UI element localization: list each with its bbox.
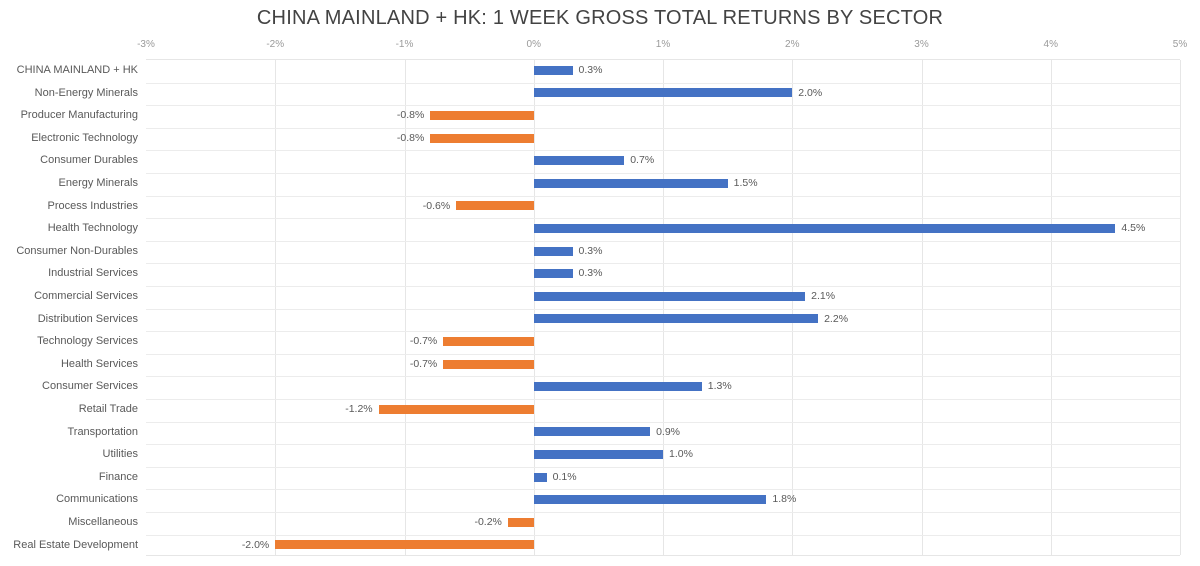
- bar-value-label: -0.7%: [409, 335, 438, 348]
- chart-row: Retail Trade -1.2%: [0, 398, 1200, 421]
- bar-positive: [533, 472, 547, 482]
- bar-positive: [533, 495, 767, 505]
- bar-value-label: 0.3%: [578, 267, 603, 280]
- x-axis-tick-label: 1%: [655, 39, 671, 50]
- bar-value-label: 2.1%: [811, 290, 836, 302]
- category-label: Consumer Non-Durables: [16, 244, 138, 257]
- bar-value-label: 1.0%: [669, 448, 693, 461]
- bar-positive: [533, 449, 663, 459]
- x-axis-tick-label: -3%: [137, 39, 155, 50]
- category-label: Consumer Services: [42, 380, 138, 393]
- bar-value-label: 2.0%: [798, 86, 823, 99]
- chart-row: Consumer Non-Durables 0.3%: [0, 240, 1200, 263]
- x-axis-tick-label: 3%: [914, 39, 929, 50]
- bar-negative: [430, 133, 534, 143]
- category-label: Finance: [98, 470, 138, 483]
- bar-value-label: 1.3%: [707, 380, 732, 393]
- bar-positive: [533, 88, 793, 98]
- bar-value-label: -0.6%: [422, 199, 451, 212]
- bar-value-label: -0.7%: [409, 357, 438, 370]
- chart-row: Energy Minerals 1.5%: [0, 172, 1200, 195]
- category-label: Real Estate Development: [13, 538, 138, 551]
- category-label: Commercial Services: [34, 290, 138, 302]
- bar-positive: [533, 427, 651, 437]
- chart-row: Health Services -0.7%: [0, 353, 1200, 376]
- x-axis-tick-label: 4%: [1043, 39, 1058, 50]
- bar-value-label: -0.2%: [474, 516, 502, 528]
- category-label: Health Technology: [47, 222, 138, 235]
- category-label: Transportation: [67, 425, 138, 438]
- bar-negative: [378, 404, 534, 414]
- chart-row: Electronic Technology -0.8%: [0, 127, 1200, 150]
- chart-row: Health Technology 4.5%: [0, 217, 1200, 240]
- category-label: Communications: [56, 493, 138, 506]
- category-label: Health Services: [60, 357, 138, 370]
- chart-row: Commercial Services 2.1%: [0, 285, 1200, 308]
- bar-positive: [533, 382, 702, 392]
- bar-positive: [533, 291, 806, 301]
- bar-negative: [456, 201, 534, 211]
- category-label: Industrial Services: [48, 267, 138, 280]
- chart-row: Utilities 1.0%: [0, 443, 1200, 466]
- category-label: Energy Minerals: [58, 177, 138, 189]
- chart-row: Finance 0.1%: [0, 466, 1200, 489]
- chart-row: CHINA MAINLAND + HK 0.3%: [0, 59, 1200, 82]
- bar-positive: [533, 246, 573, 256]
- category-label: Utilities: [102, 448, 138, 461]
- chart-row: Consumer Durables 0.7%: [0, 149, 1200, 172]
- bar-negative: [443, 336, 534, 346]
- chart-row: Technology Services -0.7%: [0, 330, 1200, 353]
- x-axis-tick-label: 5%: [1172, 39, 1188, 50]
- chart-row: Real Estate Development -2.0%: [0, 534, 1200, 557]
- bar-value-label: 0.7%: [630, 154, 655, 167]
- x-axis-tick-label: 2%: [785, 39, 800, 50]
- bar-positive: [533, 65, 573, 75]
- chart-row: Industrial Services 0.3%: [0, 262, 1200, 285]
- bar-value-label: -0.8%: [396, 131, 425, 144]
- x-axis-tick-labels: -3% -2% -1% 0% 1% 2% 3% 4% 5%: [0, 38, 1200, 54]
- chart-row: Communications 1.8%: [0, 488, 1200, 511]
- chart-row: Miscellaneous -0.2%: [0, 511, 1200, 534]
- category-label: Process Industries: [47, 199, 138, 212]
- category-label: Technology Services: [37, 335, 138, 348]
- bar-value-label: -2.0%: [241, 538, 270, 551]
- category-label: CHINA MAINLAND + HK: [16, 64, 138, 76]
- chart-row: Consumer Services 1.3%: [0, 375, 1200, 398]
- chart-row: Transportation 0.9%: [0, 421, 1200, 444]
- bar-value-label: 1.5%: [733, 177, 758, 189]
- bar-value-label: -1.2%: [345, 403, 373, 415]
- chart-row: Non-Energy Minerals 2.0%: [0, 82, 1200, 105]
- category-label: Electronic Technology: [31, 131, 138, 144]
- bar-value-label: 2.2%: [824, 312, 849, 325]
- bar-positive: [533, 314, 819, 324]
- bar-negative: [507, 517, 534, 527]
- bar-positive: [533, 269, 573, 279]
- bar-positive: [533, 156, 625, 166]
- chart-row: Producer Manufacturing -0.8%: [0, 104, 1200, 127]
- chart-row: Distribution Services 2.2%: [0, 308, 1200, 331]
- category-label: Retail Trade: [78, 403, 138, 415]
- category-label: Producer Manufacturing: [20, 109, 138, 122]
- bar-value-label: 0.9%: [656, 425, 680, 438]
- x-axis-tick-label: -1%: [395, 39, 414, 50]
- chart-title: CHINA MAINLAND + HK: 1 WEEK GROSS TOTAL …: [256, 7, 944, 29]
- bar-value-label: 4.5%: [1121, 222, 1146, 235]
- bar-value-label: -0.8%: [396, 109, 425, 122]
- bar-positive: [533, 178, 728, 188]
- category-label: Non-Energy Minerals: [34, 86, 138, 99]
- bar-value-label: 0.3%: [578, 244, 603, 257]
- category-label: Consumer Durables: [40, 154, 138, 167]
- x-axis-tick-label: -2%: [266, 39, 285, 50]
- category-label: Miscellaneous: [68, 516, 138, 528]
- bar-value-label: 1.8%: [772, 493, 797, 506]
- category-label: Distribution Services: [37, 312, 138, 325]
- bar-negative: [430, 110, 534, 120]
- bar-value-label: 0.3%: [578, 64, 603, 76]
- bar-value-label: 0.1%: [552, 470, 577, 483]
- bar-positive: [533, 223, 1116, 233]
- bar-negative: [275, 540, 534, 550]
- chart-row: Process Industries -0.6%: [0, 195, 1200, 218]
- x-axis-tick-label: 0%: [526, 39, 541, 50]
- bar-negative: [443, 359, 534, 369]
